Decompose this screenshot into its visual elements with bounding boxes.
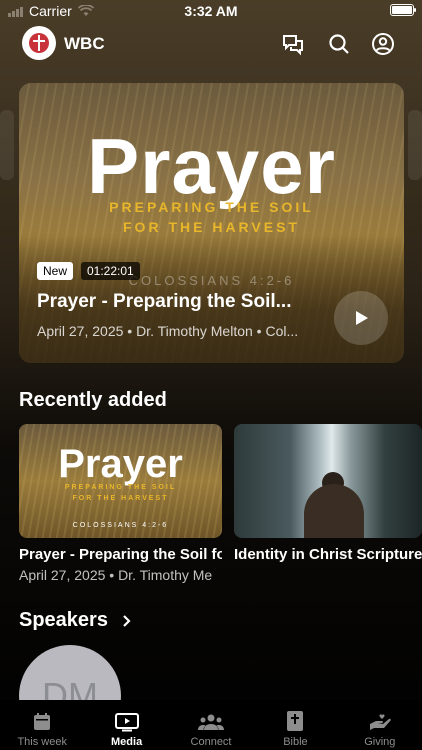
chevron-right-icon bbox=[123, 614, 131, 627]
card-art-reference: COLOSSIANS 4:2-6 bbox=[72, 522, 169, 529]
giving-hand-icon bbox=[369, 714, 391, 730]
tab-connect[interactable]: Connect bbox=[169, 700, 253, 750]
speakers-heading: Speakers bbox=[19, 609, 108, 631]
bible-icon bbox=[287, 711, 304, 731]
tab-media[interactable]: Media bbox=[84, 700, 168, 750]
church-logo[interactable] bbox=[22, 26, 56, 60]
tab-bible[interactable]: Bible bbox=[253, 700, 337, 750]
card-art-title: Prayer bbox=[58, 442, 183, 486]
media-card-thumbnail[interactable]: Prayer PREPARING THE SOIL FOR THE HARVES… bbox=[19, 424, 222, 538]
app-header: WBC bbox=[0, 26, 422, 62]
recently-added-heading: Recently added bbox=[19, 389, 167, 411]
new-badge: New bbox=[37, 262, 74, 280]
account-icon[interactable] bbox=[371, 32, 395, 56]
media-card-title[interactable]: Prayer - Preparing the Soil fo bbox=[19, 546, 222, 563]
play-screen-icon bbox=[114, 713, 139, 732]
duration-badge: 01:22:01 bbox=[81, 262, 140, 280]
tab-this-week[interactable]: This week bbox=[0, 700, 84, 750]
carousel-edge-left bbox=[0, 110, 14, 180]
status-time: 3:32 AM bbox=[184, 3, 238, 19]
hero-art-subtitle-1: PREPARING THE SOIL bbox=[109, 199, 314, 215]
calendar-icon bbox=[34, 713, 51, 730]
media-card-title[interactable]: Identity in Christ Scripture bbox=[234, 546, 422, 563]
status-bar: Carrier 3:32 AM bbox=[0, 0, 422, 22]
people-icon bbox=[198, 714, 225, 730]
media-card-thumbnail[interactable] bbox=[234, 424, 422, 538]
speakers-header[interactable]: Speakers bbox=[19, 609, 132, 632]
card-art-subtitle-2: FOR THE HARVEST bbox=[72, 495, 169, 502]
brand-name: WBC bbox=[64, 34, 105, 53]
battery-icon bbox=[390, 4, 416, 16]
card-art-subtitle-1: PREPARING THE SOIL bbox=[64, 484, 177, 491]
hero-art-reference: COLOSSIANS 4:2-6 bbox=[128, 273, 295, 288]
tab-giving[interactable]: Giving bbox=[338, 700, 422, 750]
hero-title: Prayer - Preparing the Soil... bbox=[37, 291, 292, 312]
carousel-edge-right bbox=[408, 110, 422, 180]
play-icon bbox=[356, 311, 368, 325]
messages-icon[interactable] bbox=[281, 32, 305, 56]
play-button[interactable] bbox=[334, 291, 388, 345]
featured-sermon-card[interactable]: Prayer PREPARING THE SOIL FOR THE HARVES… bbox=[19, 83, 404, 363]
tab-bar: This week Media Connect Bible Giving bbox=[0, 700, 422, 750]
media-card-meta: April 27, 2025 • Dr. Timothy Me bbox=[19, 567, 213, 583]
search-icon[interactable] bbox=[327, 32, 351, 56]
hero-meta: April 27, 2025 • Dr. Timothy Melton • Co… bbox=[37, 323, 299, 339]
